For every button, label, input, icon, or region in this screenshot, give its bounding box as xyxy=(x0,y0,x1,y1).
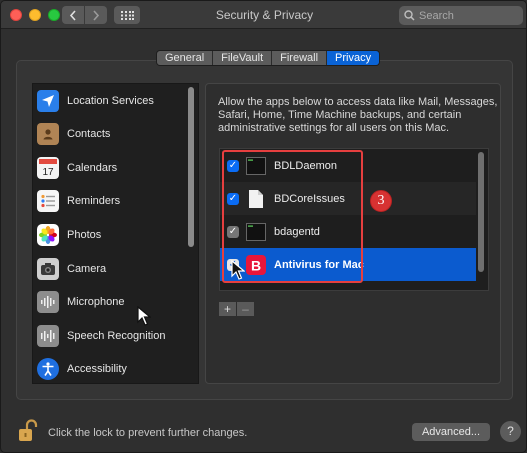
sidebar-item-label: Accessibility xyxy=(67,362,127,375)
zoom-button[interactable] xyxy=(48,9,60,21)
tab-general[interactable]: General xyxy=(157,51,214,65)
sidebar-item-photos[interactable]: Photos xyxy=(33,218,188,251)
tab-privacy[interactable]: Privacy xyxy=(327,51,380,65)
add-app-button[interactable]: + xyxy=(219,302,236,316)
sidebar-item-reminders[interactable]: Reminders xyxy=(33,184,188,217)
svg-text:17: 17 xyxy=(42,167,54,178)
sidebar-item-label: Photos xyxy=(67,228,102,241)
sidebar-item-label: Calendars xyxy=(67,161,118,174)
sidebar-item-calendars[interactable]: 17 Calendars xyxy=(33,151,188,184)
sidebar-item-label: Microphone xyxy=(67,295,125,308)
back-button[interactable] xyxy=(62,6,84,24)
search-icon xyxy=(404,10,415,21)
accessibility-person-icon xyxy=(37,357,59,380)
search-input[interactable] xyxy=(419,9,519,22)
mouse-cursor-icon xyxy=(137,306,151,326)
tab-filevault[interactable]: FileVault xyxy=(213,51,273,65)
tab-firewall[interactable]: Firewall xyxy=(272,51,328,65)
sidebar-item-accessibility[interactable]: Accessibility xyxy=(33,352,188,383)
tab-bar: General FileVault Firewall Privacy xyxy=(156,50,381,66)
chevron-left-icon xyxy=(69,9,76,21)
sidebar-item-speech-recognition[interactable]: Speech Recognition xyxy=(33,319,188,352)
annotation-step-badge: 3 xyxy=(370,190,392,212)
forward-button[interactable] xyxy=(85,6,107,24)
help-button[interactable]: ? xyxy=(500,421,521,442)
microphone-waveform-icon xyxy=(37,290,59,313)
mouse-cursor-icon xyxy=(231,260,245,280)
sidebar-item-label: Speech Recognition xyxy=(67,329,166,342)
grid-icon xyxy=(120,10,134,20)
minimize-button[interactable] xyxy=(29,9,41,21)
lock-status-text: Click the lock to prevent further change… xyxy=(48,427,248,439)
panel-description: Allow the apps below to access data like… xyxy=(218,96,498,134)
sidebar-item-label: Contacts xyxy=(67,127,111,140)
calendar-icon: 17 xyxy=(37,156,59,179)
search-field[interactable] xyxy=(399,6,523,25)
sidebar-scrollbar[interactable] xyxy=(188,87,194,247)
sidebar-item-location-services[interactable]: Location Services xyxy=(33,84,188,117)
sidebar-item-label: Location Services xyxy=(67,94,154,107)
sidebar-item-contacts[interactable]: Contacts xyxy=(33,117,188,150)
chevron-right-icon xyxy=(93,9,100,21)
privacy-category-list[interactable]: Location Services Contacts 17 Calendars … xyxy=(32,83,199,384)
remove-app-button[interactable]: – xyxy=(237,302,254,316)
contacts-book-icon xyxy=(37,122,59,145)
sidebar-item-microphone[interactable]: Microphone xyxy=(33,285,188,318)
sidebar-item-camera[interactable]: Camera xyxy=(33,252,188,285)
speech-waveform-icon xyxy=(37,324,59,347)
close-button[interactable] xyxy=(10,9,22,21)
reminders-list-icon xyxy=(37,189,59,212)
add-remove-controls: + – xyxy=(219,302,254,316)
show-all-button[interactable] xyxy=(114,6,140,24)
sidebar-item-label: Reminders xyxy=(67,194,121,207)
camera-icon xyxy=(37,257,59,280)
photos-flower-icon xyxy=(37,223,59,246)
sidebar-item-label: Camera xyxy=(67,262,107,275)
location-arrow-icon xyxy=(37,89,59,112)
unlocked-padlock-icon[interactable] xyxy=(18,419,38,443)
security-privacy-window: Security & Privacy General FileVault Fir… xyxy=(0,0,527,453)
title-bar: Security & Privacy xyxy=(1,1,526,29)
app-list-scrollbar[interactable] xyxy=(478,152,484,272)
advanced-button[interactable]: Advanced... xyxy=(412,423,490,441)
